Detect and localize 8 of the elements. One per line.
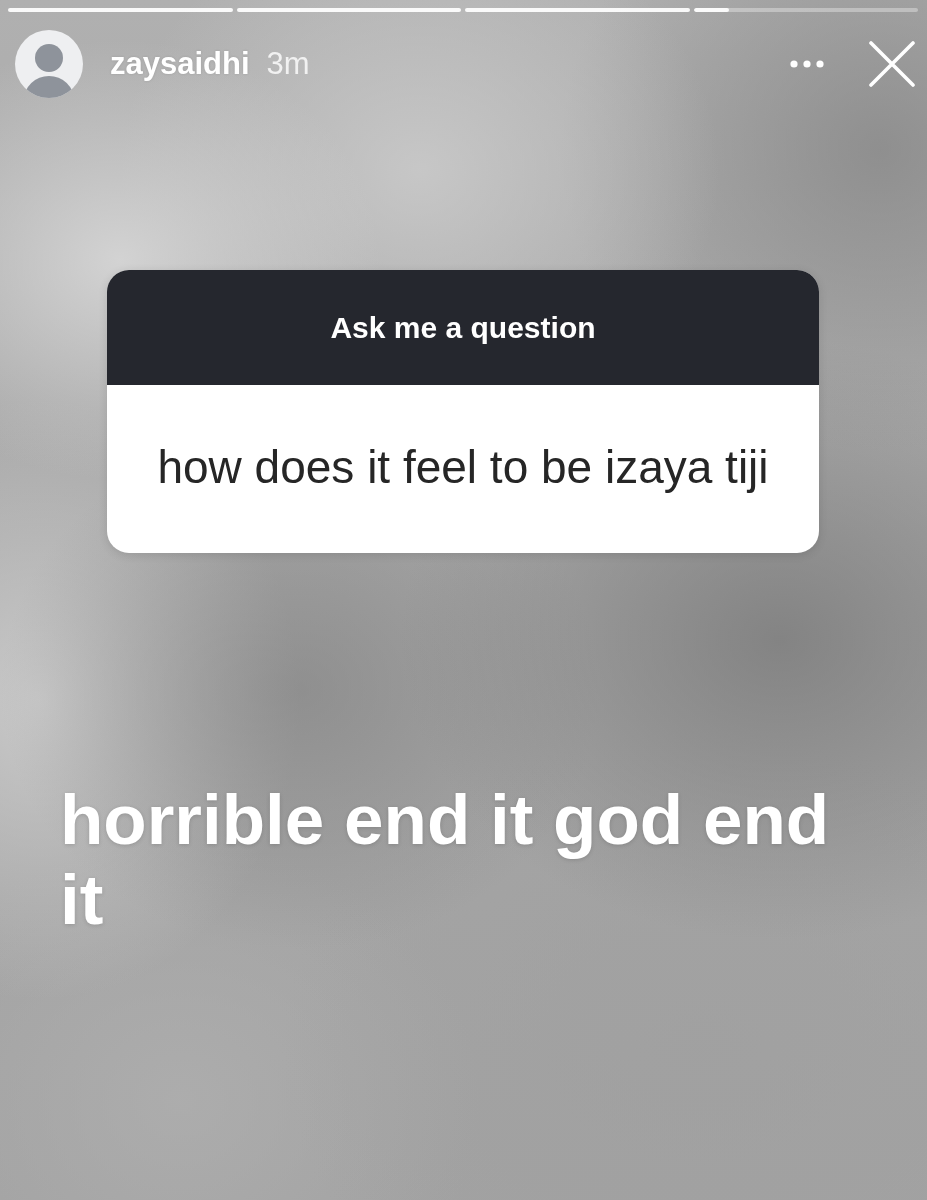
question-text: how does it feel to be izaya tiji xyxy=(157,440,769,494)
caption-text: horrible end it god end it xyxy=(60,780,830,939)
close-icon[interactable] xyxy=(869,41,915,87)
sticker-title: Ask me a question xyxy=(107,270,819,385)
timestamp: 3m xyxy=(266,46,310,82)
avatar-icon[interactable] xyxy=(15,30,83,98)
more-options-icon[interactable] xyxy=(790,60,824,68)
username[interactable]: zaysaidhi xyxy=(110,46,250,82)
